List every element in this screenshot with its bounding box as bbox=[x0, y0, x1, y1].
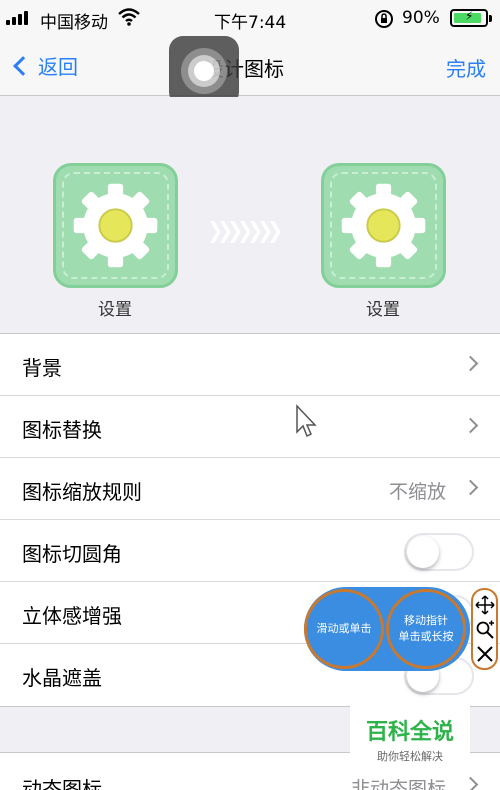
gear-icon bbox=[341, 183, 426, 268]
clock: 下午7:44 bbox=[214, 13, 287, 33]
icon-preview: 设置 设置 bbox=[0, 97, 500, 332]
setting-label: 图标缩放规则 bbox=[22, 480, 142, 504]
wifi-icon bbox=[118, 8, 140, 31]
chevron-right-icon bbox=[462, 479, 479, 496]
battery-percent: 90% bbox=[402, 8, 440, 28]
setting-label: 动态图标 bbox=[22, 777, 102, 790]
watermark-logo: 百科全说 助你轻松解决 bbox=[350, 706, 470, 764]
setting-row-scale-rule[interactable]: 图标缩放规则 不缩放 bbox=[0, 458, 500, 520]
move-icon[interactable] bbox=[474, 595, 495, 615]
setting-label: 立体感增强 bbox=[22, 604, 122, 628]
gear-icon bbox=[73, 183, 158, 268]
done-button[interactable]: 完成 bbox=[446, 53, 486, 82]
pointer-button[interactable]: 移动指针 单击或长按 bbox=[386, 589, 466, 669]
assistive-touch-button[interactable] bbox=[169, 36, 239, 106]
chevron-right-icon bbox=[462, 417, 479, 434]
mouse-pointer-icon bbox=[295, 404, 319, 444]
status-bar: 中国移动 下午7:44 90% ⚡ bbox=[0, 0, 500, 36]
carrier-label: 中国移动 bbox=[40, 13, 108, 33]
close-icon[interactable] bbox=[476, 645, 494, 663]
swipe-tap-button[interactable]: 滑动或单击 bbox=[304, 589, 384, 669]
setting-row-icon-replace[interactable]: 图标替换 bbox=[0, 396, 500, 458]
watermark-subtitle: 助你轻松解决 bbox=[377, 750, 443, 763]
icon-label-after: 设置 bbox=[366, 300, 400, 320]
chevron-left-icon bbox=[13, 55, 33, 76]
battery-fill: ⚡ bbox=[454, 9, 481, 23]
battery-icon: ⚡ bbox=[450, 9, 488, 27]
setting-label: 背景 bbox=[22, 356, 62, 380]
swipe-tap-label: 滑动或单击 bbox=[316, 622, 372, 635]
setting-row-round-corner: 图标切圆角 bbox=[0, 520, 500, 582]
pointer-label-2: 单击或长按 bbox=[398, 630, 454, 643]
chevron-right-icon bbox=[462, 776, 479, 790]
settings-icon-after bbox=[321, 163, 446, 288]
icon-label-before: 设置 bbox=[98, 300, 132, 320]
zoom-in-icon[interactable] bbox=[475, 620, 495, 640]
overlay-tools bbox=[471, 588, 498, 670]
arrow-right-icon bbox=[210, 221, 281, 243]
nav-bar: 返回 设计图标 完成 bbox=[0, 36, 500, 96]
settings-icon-before bbox=[53, 163, 178, 288]
setting-value: 非动态图标 bbox=[350, 778, 446, 790]
rotation-lock-icon bbox=[374, 9, 394, 34]
setting-row-background[interactable]: 背景 bbox=[0, 334, 500, 396]
back-button[interactable]: 返回 bbox=[10, 51, 78, 80]
pointer-label-1: 移动指针 bbox=[404, 614, 448, 627]
setting-label: 水晶遮盖 bbox=[22, 666, 102, 690]
setting-label: 图标替换 bbox=[22, 418, 102, 442]
setting-value: 不缩放 bbox=[388, 481, 446, 503]
signal-icon bbox=[6, 11, 28, 25]
watermark-title: 百科全说 bbox=[365, 720, 454, 745]
setting-label: 图标切圆角 bbox=[22, 542, 122, 566]
chevron-right-icon bbox=[462, 355, 479, 372]
battery-tip bbox=[489, 15, 492, 22]
round-corner-toggle[interactable] bbox=[404, 533, 474, 571]
back-label: 返回 bbox=[38, 55, 78, 79]
